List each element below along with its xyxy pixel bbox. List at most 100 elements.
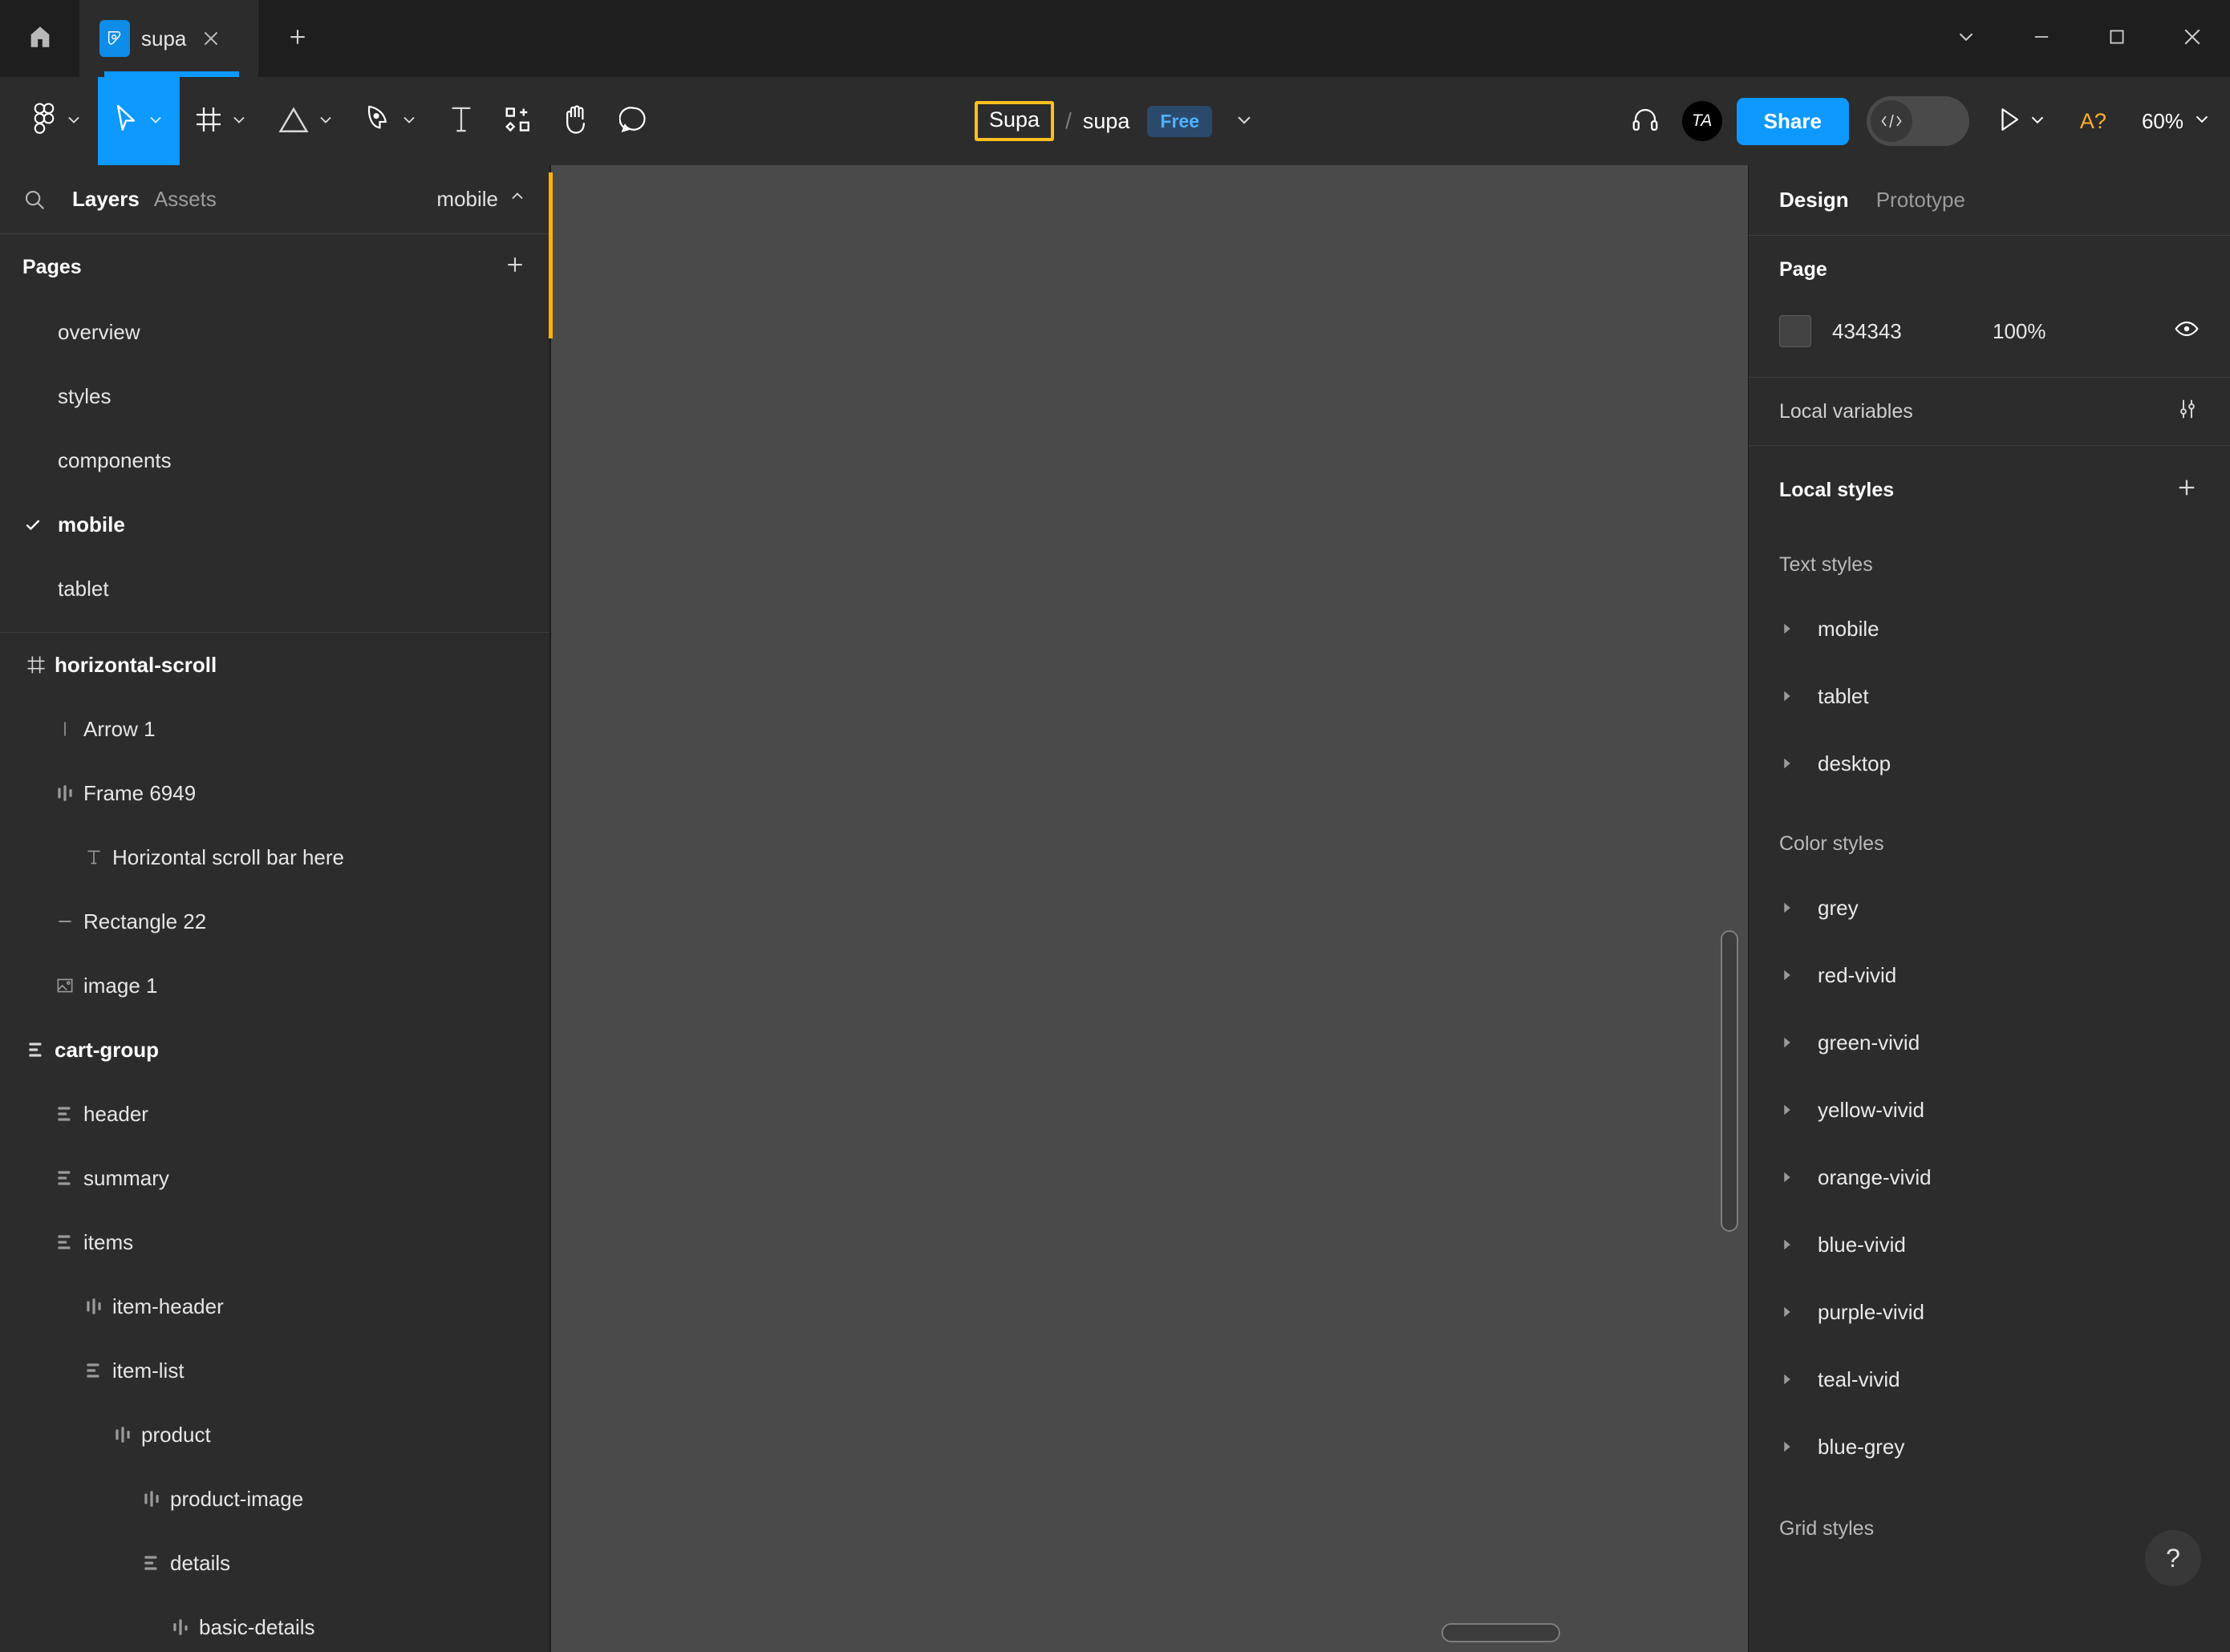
style-item-grey[interactable]: grey	[1749, 874, 2230, 941]
fill-hex-value[interactable]: 434343	[1832, 319, 1993, 344]
layer-row[interactable]: Rectangle 22	[0, 889, 549, 954]
present-button[interactable]	[1997, 106, 2048, 137]
caret-right-icon[interactable]	[1779, 900, 1818, 916]
caret-right-icon[interactable]	[1779, 1237, 1818, 1253]
color-swatch[interactable]	[1779, 315, 1811, 347]
browser-tab-supa[interactable]: supa	[80, 0, 258, 77]
tab-assets[interactable]: Assets	[154, 187, 217, 212]
search-icon[interactable]	[22, 188, 58, 212]
new-tab-button[interactable]	[258, 0, 337, 77]
caret-right-icon[interactable]	[1779, 1102, 1818, 1118]
share-button[interactable]: Share	[1736, 97, 1849, 145]
eye-icon[interactable]	[2174, 316, 2200, 347]
tab-design[interactable]: Design	[1779, 188, 1849, 213]
layer-row[interactable]: Arrow 1	[0, 697, 549, 761]
dev-mode-toggle[interactable]	[1866, 96, 1969, 146]
shape-tool-button[interactable]	[263, 77, 350, 165]
style-item-green-vivid[interactable]: green-vivid	[1749, 1009, 2230, 1076]
page-item-tablet[interactable]: tablet	[0, 557, 549, 621]
style-item-purple-vivid[interactable]: purple-vivid	[1749, 1278, 2230, 1346]
local-styles-header: Local styles	[1779, 446, 2200, 534]
close-icon[interactable]	[197, 25, 225, 52]
design-canvas[interactable]	[551, 165, 1748, 1652]
layer-row[interactable]: horizontal-scroll	[0, 633, 549, 697]
layer-row[interactable]: details	[0, 1531, 549, 1595]
frame-tool-button[interactable]	[180, 77, 263, 165]
style-item-orange-vivid[interactable]: orange-vivid	[1749, 1144, 2230, 1211]
caret-right-icon[interactable]	[1779, 755, 1818, 771]
figma-menu-button[interactable]	[16, 77, 98, 165]
style-label: yellow-vivid	[1818, 1097, 1924, 1122]
caret-right-icon[interactable]	[1779, 688, 1818, 704]
caret-right-icon[interactable]	[1779, 1304, 1818, 1320]
avatar[interactable]: TA	[1680, 99, 1724, 143]
style-item-mobile[interactable]: mobile	[1749, 595, 2230, 662]
frame-icon	[194, 105, 223, 138]
layer-row[interactable]: items	[0, 1210, 549, 1274]
caret-right-icon[interactable]	[1779, 1371, 1818, 1387]
close-icon	[2180, 25, 2204, 53]
layer-row[interactable]: cart-group	[0, 1018, 549, 1082]
zoom-control[interactable]: 60%	[2142, 108, 2212, 135]
layer-row[interactable]: header	[0, 1082, 549, 1146]
layer-row[interactable]: image 1	[0, 954, 549, 1018]
page-selector-label: mobile	[436, 187, 498, 211]
close-window-button[interactable]	[2155, 0, 2230, 77]
comment-tool-button[interactable]	[605, 77, 663, 165]
caret-right-icon[interactable]	[1779, 1439, 1818, 1455]
fill-opacity-value[interactable]: 100%	[1993, 319, 2046, 344]
caret-right-icon[interactable]	[1779, 1169, 1818, 1185]
home-button[interactable]	[0, 0, 80, 77]
resources-tool-button[interactable]	[489, 77, 547, 165]
image-icon	[47, 975, 83, 996]
scrollbar-horizontal[interactable]	[1441, 1623, 1560, 1642]
tab-layers[interactable]: Layers	[72, 187, 140, 212]
pen-tool-button[interactable]	[350, 77, 433, 165]
layer-row[interactable]: item-header	[0, 1274, 549, 1338]
accessibility-badge[interactable]: A?	[2080, 109, 2106, 134]
move-tool-button[interactable]	[98, 77, 180, 165]
layer-row[interactable]: product	[0, 1403, 549, 1467]
layer-row[interactable]: Horizontal scroll bar here	[0, 825, 549, 889]
layer-row[interactable]: product-image	[0, 1467, 549, 1531]
help-button[interactable]: ?	[2145, 1530, 2201, 1586]
caret-right-icon[interactable]	[1779, 967, 1818, 983]
audio-call-button[interactable]	[1613, 77, 1677, 165]
page-item-styles[interactable]: styles	[0, 364, 549, 428]
text-tool-button[interactable]	[433, 77, 489, 165]
maximize-button[interactable]	[2079, 0, 2155, 77]
layer-row[interactable]: basic-details	[0, 1595, 549, 1652]
breadcrumb-file-name[interactable]: supa	[1083, 109, 1130, 134]
style-item-yellow-vivid[interactable]: yellow-vivid	[1749, 1076, 2230, 1144]
plan-badge[interactable]: Free	[1147, 105, 1212, 137]
caret-right-icon[interactable]	[1779, 1035, 1818, 1051]
local-variables-section[interactable]: Local variables	[1749, 378, 2230, 445]
layer-row[interactable]: summary	[0, 1146, 549, 1210]
style-item-red-vivid[interactable]: red-vivid	[1749, 941, 2230, 1009]
layer-row[interactable]: Frame 6949	[0, 761, 549, 825]
minimize-button[interactable]	[2004, 0, 2079, 77]
style-item-desktop[interactable]: desktop	[1749, 730, 2230, 797]
cursor-arrow-icon	[112, 103, 140, 140]
page-item-components[interactable]: components	[0, 428, 549, 492]
layer-row[interactable]: item-list	[0, 1338, 549, 1403]
style-item-blue-grey[interactable]: blue-grey	[1749, 1413, 2230, 1480]
breadcrumb-team[interactable]: Supa	[975, 101, 1055, 141]
page-item-mobile[interactable]: mobile	[0, 492, 549, 557]
tab-prototype[interactable]: Prototype	[1876, 188, 1965, 213]
chevron-down-icon[interactable]	[1233, 108, 1255, 135]
style-item-teal-vivid[interactable]: teal-vivid	[1749, 1346, 2230, 1413]
page-item-overview[interactable]: overview	[0, 300, 549, 364]
style-item-tablet[interactable]: tablet	[1749, 662, 2230, 730]
sliders-icon[interactable]	[2175, 397, 2200, 427]
page-selector[interactable]: mobile	[436, 187, 527, 212]
caret-right-icon[interactable]	[1779, 621, 1818, 637]
code-brackets-icon	[1870, 100, 1912, 142]
hand-tool-button[interactable]	[547, 77, 605, 165]
plus-icon[interactable]	[2174, 475, 2200, 506]
scrollbar-vertical[interactable]	[1721, 930, 1738, 1232]
style-item-blue-vivid[interactable]: blue-vivid	[1749, 1211, 2230, 1278]
plus-icon[interactable]	[503, 253, 527, 282]
tab-search-button[interactable]	[1928, 0, 2004, 77]
